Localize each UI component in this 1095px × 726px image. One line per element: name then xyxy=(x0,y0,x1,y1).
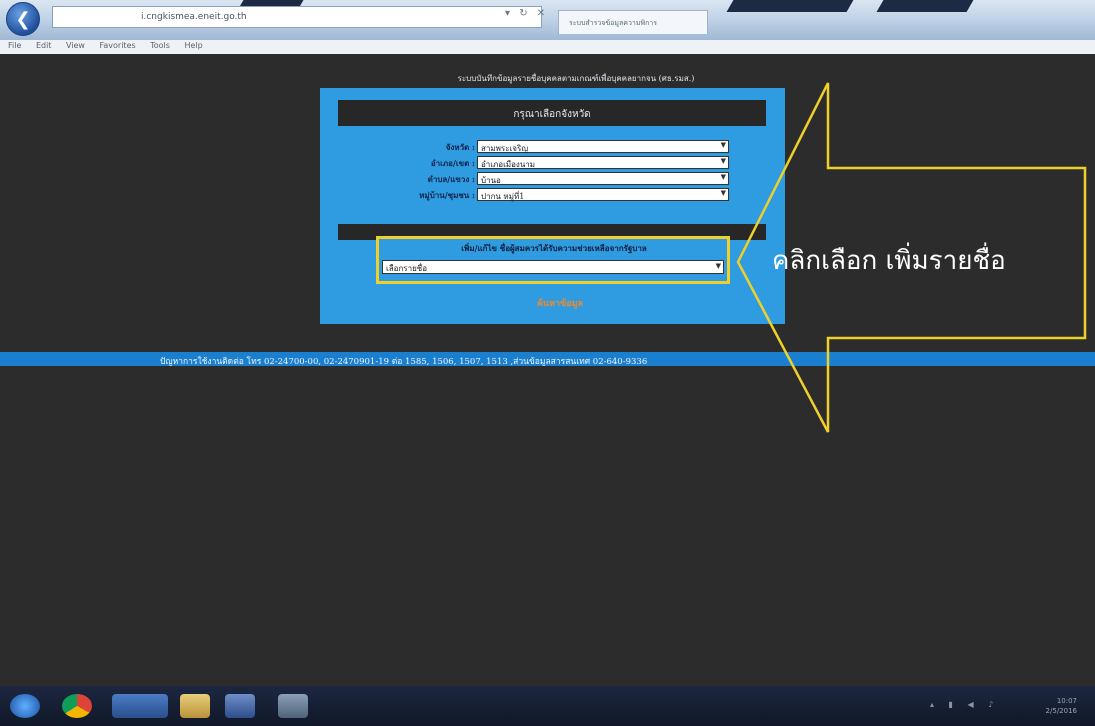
start-orb-icon[interactable] xyxy=(10,694,40,718)
word-icon[interactable] xyxy=(225,694,255,718)
annotation-label: คลิกเลือก เพิ่มรายชื่อ xyxy=(772,246,1006,276)
internet-explorer-icon[interactable] xyxy=(112,694,168,718)
folder-icon[interactable] xyxy=(180,694,210,718)
clock[interactable]: 10:07 2/5/2016 xyxy=(1017,696,1077,718)
messenger-icon[interactable] xyxy=(278,694,308,718)
clock-date: 2/5/2016 xyxy=(1045,707,1077,715)
taskbar: ▴ ▮ ◀ ♪ 10:07 2/5/2016 xyxy=(0,686,1095,726)
chrome-icon[interactable] xyxy=(62,694,92,718)
clock-time: 10:07 xyxy=(1056,697,1077,705)
annotation-arrow-icon xyxy=(736,82,1087,433)
